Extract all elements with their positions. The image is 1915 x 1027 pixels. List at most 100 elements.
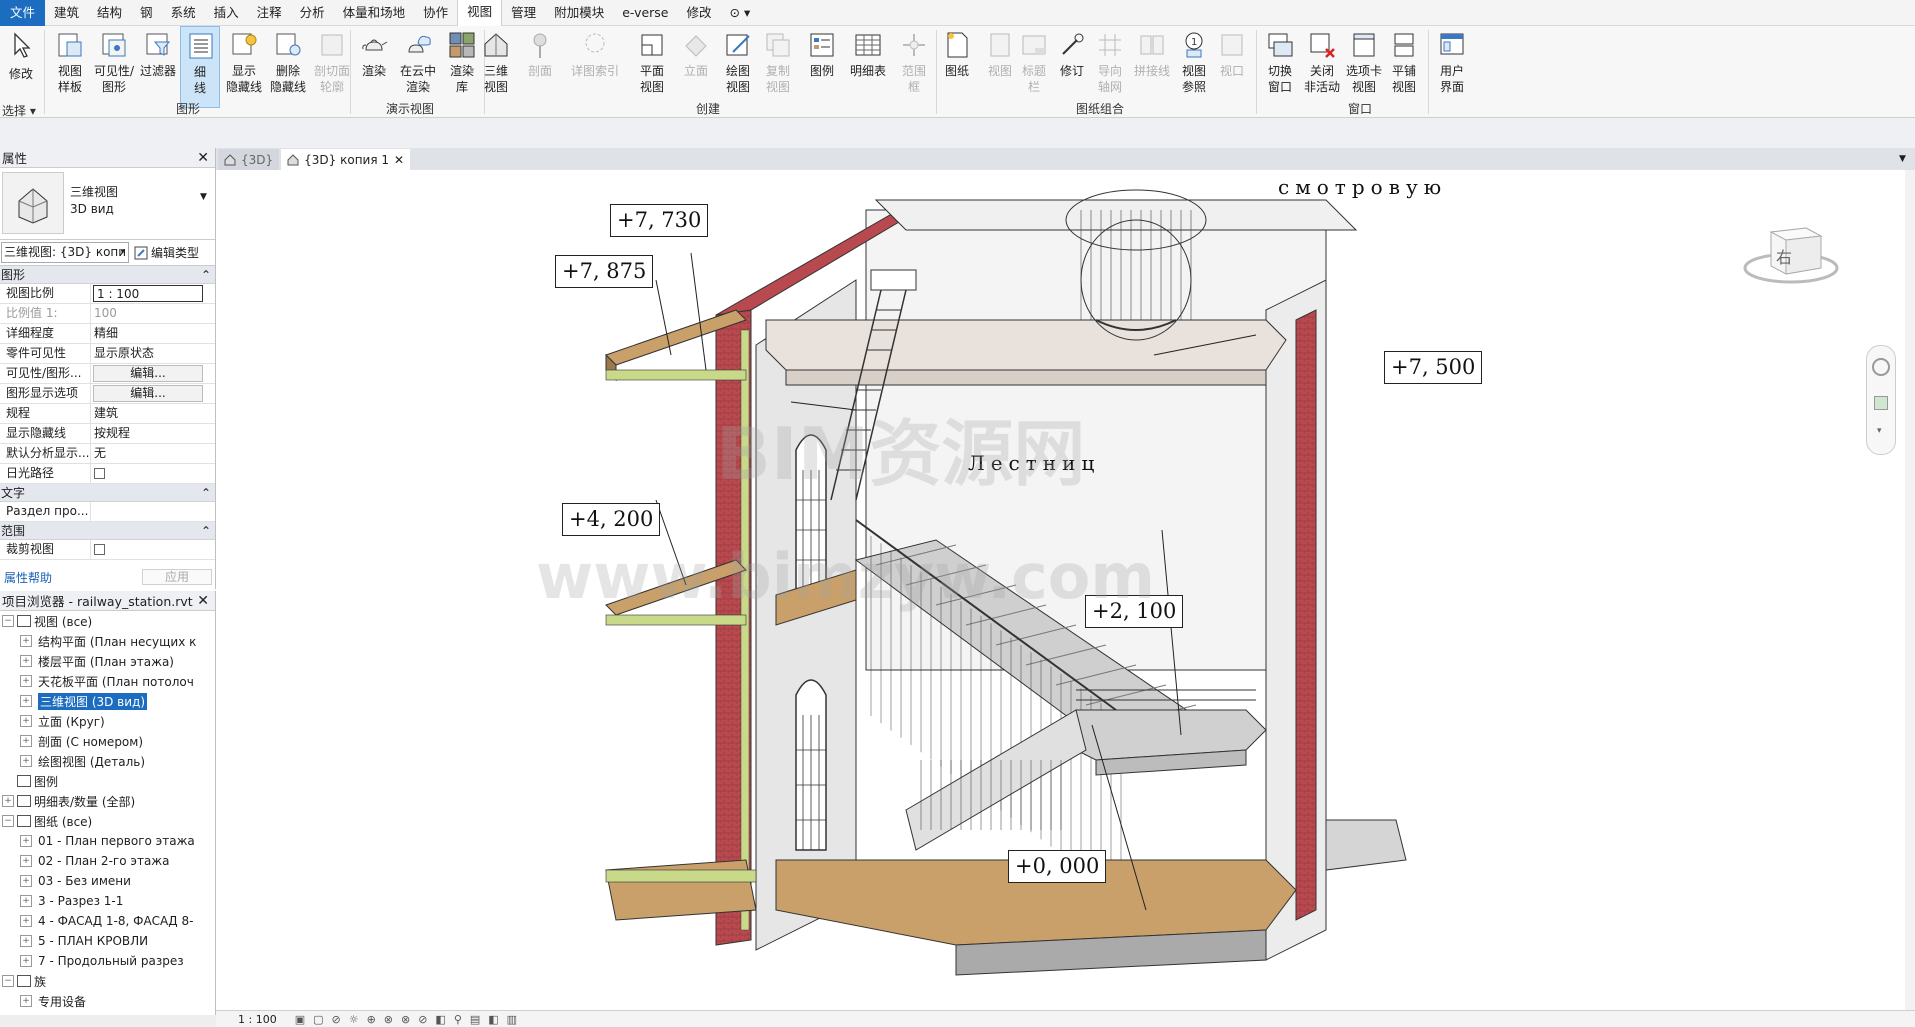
browser-item[interactable]: + 结构平面 (План несущих к bbox=[0, 631, 215, 651]
browser-item[interactable]: +01 - План первого этажа bbox=[0, 831, 215, 851]
expand-toggle-icon[interactable]: + bbox=[20, 695, 32, 707]
browser-item[interactable]: + 三维视图 (3D вид) bbox=[0, 691, 215, 711]
menu-collaborate[interactable]: 协作 bbox=[414, 0, 457, 26]
collapse-toggle-icon[interactable]: − bbox=[2, 615, 14, 627]
collapse-toggle-icon[interactable]: − bbox=[2, 975, 14, 987]
show-hidden-value[interactable]: 按规程 bbox=[91, 424, 215, 443]
expand-toggle-icon[interactable]: + bbox=[20, 755, 32, 767]
menu-annotate[interactable]: 注释 bbox=[248, 0, 291, 26]
expand-toggle-icon[interactable]: + bbox=[20, 715, 32, 727]
detail-level-value[interactable]: 精细 bbox=[91, 324, 215, 343]
elevation-tag[interactable]: +0, 000 bbox=[1008, 850, 1107, 883]
close-tab-icon[interactable]: ✕ bbox=[394, 153, 404, 167]
menu-file[interactable]: 文件 bbox=[0, 0, 46, 26]
chevron-down-icon[interactable]: ▾ bbox=[1877, 426, 1882, 436]
elevation-tag[interactable]: +4, 200 bbox=[562, 503, 661, 536]
browser-item[interactable]: +02 - План 2-го этажа bbox=[0, 851, 215, 871]
analysis-display-value[interactable]: 无 bbox=[91, 444, 215, 463]
view-control-icons[interactable]: ▣▢⊘☼⊕⊗⊗⊘◧⚲▤◧▥ bbox=[295, 1013, 525, 1026]
graphic-display-edit-button[interactable]: 编辑... bbox=[93, 385, 203, 402]
expand-toggle-icon[interactable]: + bbox=[20, 915, 32, 927]
expand-toggle-icon[interactable]: + bbox=[20, 835, 32, 847]
browser-item[interactable]: +03 - Без имени bbox=[0, 871, 215, 891]
section-graphics[interactable]: 图形 ⌃ bbox=[0, 266, 215, 284]
browser-item[interactable]: + 楼层平面 (План этажа) bbox=[0, 651, 215, 671]
steering-wheel-icon[interactable] bbox=[1872, 358, 1890, 376]
section-param-value[interactable] bbox=[91, 502, 215, 521]
parts-visibility-value[interactable]: 显示原状态 bbox=[91, 344, 215, 363]
browser-item[interactable]: +5 - ПЛАН КРОВЛИ bbox=[0, 931, 215, 951]
browser-item[interactable]: − 图纸 (все) bbox=[0, 811, 215, 831]
expand-toggle-icon[interactable]: + bbox=[20, 935, 32, 947]
viewcube[interactable]: 右 bbox=[1741, 210, 1841, 300]
elevation-tag[interactable]: +7, 875 bbox=[555, 255, 654, 288]
menu-steel[interactable]: 钢 bbox=[131, 0, 162, 26]
menu-architecture[interactable]: 建筑 bbox=[45, 0, 88, 26]
filters-button[interactable]: 过滤器 bbox=[136, 26, 180, 108]
close-properties-icon[interactable]: ✕ bbox=[197, 150, 209, 166]
tile-views-button[interactable]: 平铺 视图 bbox=[1382, 26, 1426, 108]
modify-button[interactable]: 修改 bbox=[2, 26, 40, 108]
thin-lines-button[interactable]: 细 线 bbox=[180, 26, 220, 108]
browser-item[interactable]: + 立面 (Круг) bbox=[0, 711, 215, 731]
menu-systems[interactable]: 系统 bbox=[162, 0, 205, 26]
browser-item[interactable]: + 绘图视图 (Деталь) bbox=[0, 751, 215, 771]
browser-item[interactable]: +4 - ФАСАД 1-8, ФАСАД 8- bbox=[0, 911, 215, 931]
view-instance-dropdown[interactable]: 三维视图: {3D} копи ▾ bbox=[1, 242, 129, 263]
menu-massing-site[interactable]: 体量和场地 bbox=[334, 0, 415, 26]
menu-manage[interactable]: 管理 bbox=[502, 0, 545, 26]
section-text[interactable]: 文字 ⌃ bbox=[0, 484, 215, 502]
legends-button[interactable]: 图例 bbox=[800, 26, 844, 108]
annotation-note[interactable]: смотровую bbox=[1278, 175, 1447, 199]
menu-addins[interactable]: 附加模块 bbox=[545, 0, 613, 26]
close-browser-icon[interactable]: ✕ bbox=[197, 593, 209, 609]
visibility-edit-button[interactable]: 编辑... bbox=[93, 365, 203, 382]
callout-button[interactable]: 详图索引 bbox=[570, 26, 620, 108]
type-selector[interactable]: 三维视图 3D вид ▼ bbox=[0, 168, 215, 240]
crop-view-checkbox[interactable] bbox=[94, 544, 105, 555]
expand-toggle-icon[interactable]: + bbox=[20, 955, 32, 967]
expand-toggle-icon[interactable]: + bbox=[20, 855, 32, 867]
collapse-toggle-icon[interactable]: − bbox=[2, 815, 14, 827]
menu-extra-dropdown[interactable]: ⊙ ▾ bbox=[721, 0, 760, 26]
browser-item[interactable]: +图例 bbox=[0, 771, 215, 791]
browser-item[interactable]: +3 - Разрез 1-1 bbox=[0, 891, 215, 911]
vertical-scrollbar[interactable] bbox=[1905, 170, 1915, 1010]
expand-toggle-icon[interactable]: + bbox=[20, 895, 32, 907]
browser-item[interactable]: + 专用设备 bbox=[0, 991, 215, 1011]
browser-item[interactable]: − 族 bbox=[0, 971, 215, 991]
menu-modify[interactable]: 修改 bbox=[678, 0, 721, 26]
menu-everse[interactable]: e-verse bbox=[613, 0, 677, 26]
expand-toggle-icon[interactable]: + bbox=[20, 635, 32, 647]
menu-structure[interactable]: 结构 bbox=[88, 0, 131, 26]
browser-item[interactable]: +7 - Продольный разрез bbox=[0, 951, 215, 971]
menu-view[interactable]: 视图 bbox=[457, 0, 503, 26]
edit-type-button[interactable]: 编辑类型 bbox=[134, 244, 199, 261]
tab-3d[interactable]: {3D} bbox=[218, 149, 280, 170]
user-interface-button[interactable]: 用户 界面 bbox=[1430, 26, 1474, 108]
browser-item[interactable]: − 视图 (все) bbox=[0, 611, 215, 631]
elevation-tag[interactable]: +7, 730 bbox=[610, 204, 709, 237]
tab-3d-copy-1[interactable]: {3D} копия 1 ✕ bbox=[281, 149, 411, 170]
expand-toggle-icon[interactable]: + bbox=[20, 655, 32, 667]
menu-analyze[interactable]: 分析 bbox=[291, 0, 334, 26]
viewports-button[interactable]: 视口 bbox=[1210, 26, 1254, 108]
expand-toggle-icon[interactable]: + bbox=[20, 735, 32, 747]
discipline-value[interactable]: 建筑 bbox=[91, 404, 215, 423]
expand-toggle-icon[interactable]: + bbox=[20, 875, 32, 887]
section-extents[interactable]: 范围 ⌃ bbox=[0, 522, 215, 540]
view-scale-input[interactable]: 1 : 100 bbox=[93, 285, 203, 302]
expand-toggle-icon[interactable]: + bbox=[20, 675, 32, 687]
section-button[interactable]: 剖面 bbox=[518, 26, 562, 108]
elevation-tag[interactable]: +7, 500 bbox=[1384, 351, 1483, 384]
tab-overflow-icon[interactable]: ▼ bbox=[1899, 154, 1915, 164]
zoom-icon[interactable] bbox=[1874, 396, 1888, 410]
scale-indicator[interactable]: 1 : 100 bbox=[238, 1013, 277, 1026]
browser-item[interactable]: + 天花板平面 (План потолоч bbox=[0, 671, 215, 691]
schedules-button[interactable]: 明细表 bbox=[846, 26, 890, 108]
expand-toggle-icon[interactable]: + bbox=[20, 995, 32, 1007]
sun-path-checkbox[interactable] bbox=[94, 468, 105, 479]
browser-item[interactable]: + 剖面 (С номером) bbox=[0, 731, 215, 751]
browser-item[interactable]: + 明细表/数量 (全部) bbox=[0, 791, 215, 811]
select-dropdown[interactable]: 选择 ▾ bbox=[2, 102, 36, 119]
